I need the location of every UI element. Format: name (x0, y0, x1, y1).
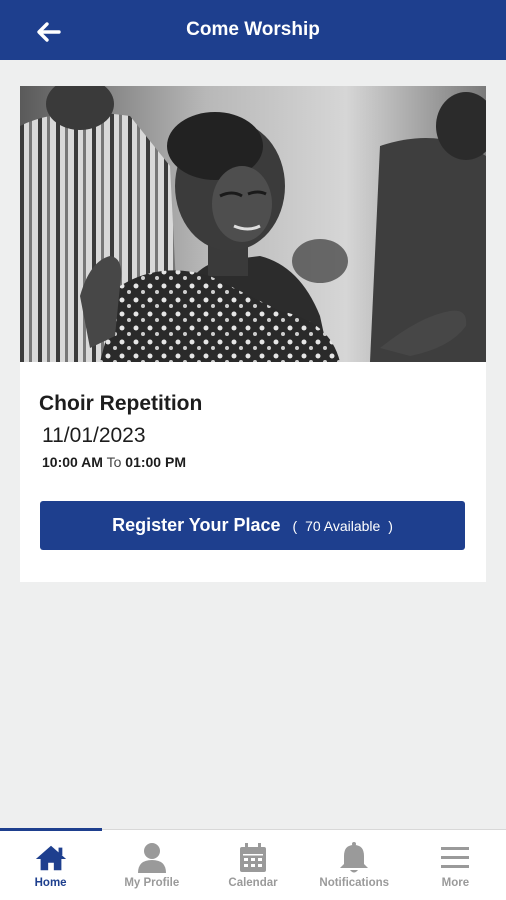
nav-item-my-profile[interactable]: My Profile (101, 830, 202, 900)
nav-item-calendar[interactable]: Calendar (202, 830, 303, 900)
nav-item-notifications[interactable]: Notifications (304, 830, 405, 900)
nav-label-my-profile: My Profile (124, 877, 180, 889)
paren-open: ( (292, 517, 298, 534)
nav-label-home: Home (34, 877, 67, 889)
bottom-nav: Home My Profile Calendar Notifications M… (0, 828, 506, 900)
page-title: Come Worship (186, 19, 320, 40)
time-separator: To (106, 454, 122, 470)
event-card[interactable]: Choir Repetition 11/01/2023 10:00 AM To … (20, 86, 486, 582)
arrow-left-icon (37, 22, 61, 42)
event-image (20, 86, 486, 362)
event-details: Choir Repetition 11/01/2023 10:00 AM To … (20, 362, 486, 470)
event-date: 11/01/2023 (42, 424, 146, 447)
register-button-label: Register Your Place (112, 515, 281, 535)
app-bar: Come Worship (0, 0, 506, 60)
available-count: ( 70 Available ) (293, 518, 393, 534)
profile-icon (135, 842, 169, 874)
nav-label-notifications: Notifications (319, 877, 390, 889)
nav-label-calendar: Calendar (228, 877, 278, 889)
menu-icon (438, 842, 472, 874)
active-tab-indicator (0, 828, 102, 831)
nav-item-home[interactable]: Home (0, 830, 101, 900)
bell-icon (337, 842, 371, 874)
paren-close: ) (388, 517, 393, 534)
available-text: 70 Available (305, 517, 381, 534)
start-time: 10:00 AM (42, 454, 103, 470)
back-button[interactable] (30, 14, 66, 50)
register-button[interactable]: Register Your Place ( 70 Available ) (40, 501, 465, 550)
end-time: 01:00 PM (125, 454, 186, 470)
event-time: 10:00 AM To 01:00 PM (42, 454, 466, 470)
worship-photo (20, 86, 486, 362)
calendar-icon (236, 842, 270, 874)
home-icon (34, 842, 68, 874)
nav-item-more[interactable]: More (405, 830, 506, 900)
event-title: Choir Repetition (39, 392, 203, 415)
nav-label-more: More (441, 877, 470, 889)
